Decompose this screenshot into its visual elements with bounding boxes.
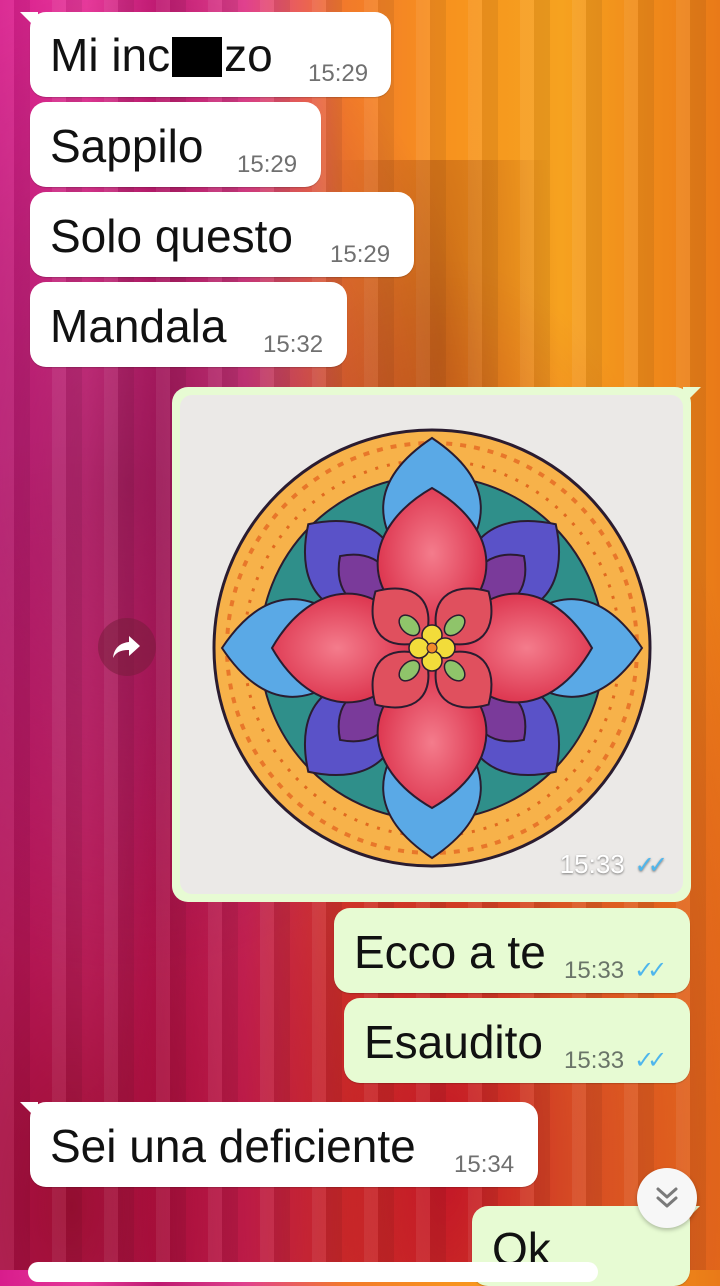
message-text-part: zo (224, 29, 273, 81)
outgoing-message[interactable]: Esaudito 15:33 ✓✓ (344, 998, 690, 1083)
double-check-icon: ✓✓ (634, 852, 668, 879)
outgoing-message[interactable]: Ecco a te 15:33 ✓✓ (334, 908, 690, 993)
forward-button[interactable] (98, 618, 156, 676)
message-text: Sappilo (50, 120, 204, 172)
image-time: 15:33 ✓✓ (559, 849, 668, 880)
redacted-block (172, 37, 223, 77)
image-time-text: 15:33 (559, 849, 625, 879)
message-text: Sei una deficiente (50, 1120, 416, 1172)
bubble-tail (683, 387, 701, 405)
incoming-message[interactable]: Mandala 15:32 (30, 282, 347, 367)
message-time-text: 15:33 (564, 1047, 625, 1074)
message-text: Mi inc zo (50, 32, 273, 78)
incoming-message[interactable]: Mi inc zo 15:29 (20, 12, 391, 97)
image-message[interactable]: 15:33 ✓✓ (172, 387, 701, 902)
double-check-icon: ✓✓ (634, 1047, 667, 1074)
message-text: Solo questo (50, 210, 293, 262)
double-chevron-down-icon (656, 1187, 678, 1208)
double-check-icon: ✓✓ (634, 957, 667, 984)
message-time: 15:29 (237, 151, 298, 178)
mandala-image[interactable]: 15:33 ✓✓ (180, 395, 683, 894)
incoming-message[interactable]: Sappilo 15:29 (30, 102, 321, 187)
incoming-message[interactable]: Sei una deficiente 15:34 (20, 1102, 538, 1187)
message-text: Ecco a te (354, 926, 546, 978)
message-time-text: 15:33 (564, 957, 625, 984)
bubble-tail (20, 12, 38, 30)
mandala-drawing (212, 428, 652, 868)
message-input-bar[interactable] (28, 1262, 598, 1282)
forward-arrow-icon (113, 636, 140, 658)
message-text-part: Mi inc (50, 29, 171, 81)
scroll-to-bottom-button[interactable] (637, 1168, 697, 1228)
message-time: 15:33 ✓✓ (564, 957, 667, 984)
incoming-message[interactable]: Solo questo 15:29 (30, 192, 414, 277)
message-time: 15:32 (263, 331, 324, 358)
message-time: 15:29 (330, 241, 391, 268)
message-time: 15:29 (308, 60, 369, 87)
message-text: Esaudito (364, 1016, 544, 1068)
message-time: 15:34 (454, 1151, 515, 1178)
bubble-tail (20, 1102, 38, 1120)
message-time: 15:33 ✓✓ (564, 1047, 667, 1074)
message-text: Mandala (50, 300, 227, 352)
